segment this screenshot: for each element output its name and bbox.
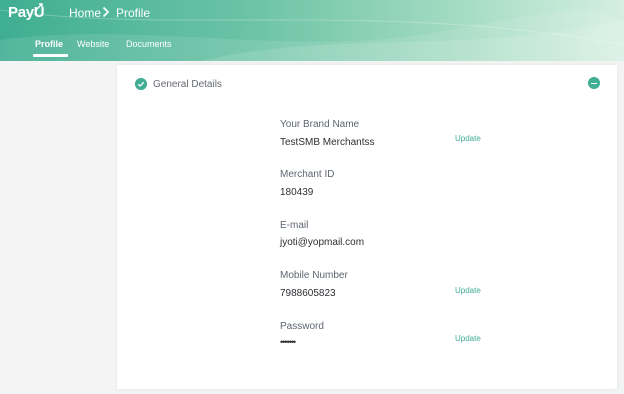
mobile-number-label: Mobile Number — [280, 270, 348, 281]
tab-documents[interactable]: Documents — [126, 39, 172, 49]
merchant-id-value: 180439 — [280, 187, 314, 198]
logo-spark-icon — [35, 3, 43, 11]
breadcrumb-home[interactable]: Home — [69, 6, 101, 20]
minus-circle-icon[interactable] — [588, 77, 600, 89]
left-sidebar — [0, 61, 117, 394]
email-value: jyoti@yopmail.com — [280, 237, 365, 248]
brand-name-value: TestSMB Merchantss — [280, 137, 375, 148]
tab-profile[interactable]: Profile — [35, 39, 63, 49]
update-mobile-link[interactable]: Update — [455, 286, 481, 295]
email-label: E-mail — [280, 220, 309, 231]
merchant-id-label: Merchant ID — [280, 169, 335, 180]
password-value: ••••••• — [280, 337, 296, 347]
update-brand-name-link[interactable]: Update — [455, 134, 481, 143]
update-password-link[interactable]: Update — [455, 334, 481, 343]
section-title: General Details — [153, 79, 222, 90]
check-circle-icon — [135, 78, 147, 90]
breadcrumb-current: Profile — [116, 6, 151, 20]
chevron-right-icon — [102, 6, 110, 18]
mobile-number-value: 7988605823 — [280, 288, 336, 299]
password-label: Password — [280, 321, 324, 332]
brand-name-label: Your Brand Name — [280, 119, 360, 130]
general-details-card — [117, 65, 617, 389]
active-tab-indicator — [33, 54, 68, 57]
top-header: PayU Home Profile Profile Website Docume… — [0, 0, 624, 61]
tab-website[interactable]: Website — [77, 39, 109, 49]
